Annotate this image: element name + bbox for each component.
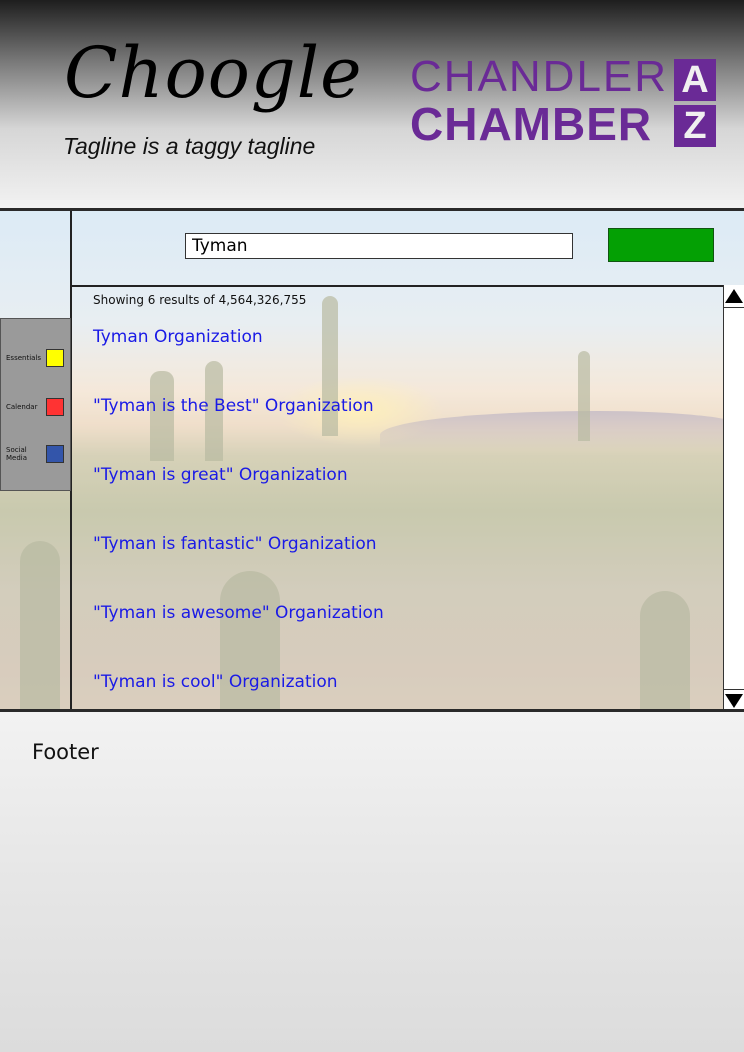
sidebar: Essentials Calendar Social Media	[0, 318, 71, 491]
yellow-square-icon	[46, 349, 64, 367]
footer-text: Footer	[32, 740, 99, 764]
result-link[interactable]: "Tyman is fantastic" Organization	[93, 534, 377, 554]
result-link[interactable]: "Tyman is great" Organization	[93, 465, 348, 485]
results-scrollbar[interactable]	[723, 285, 744, 709]
sidebar-item-calendar[interactable]: Calendar	[6, 398, 66, 420]
result-count: Showing 6 results of 4,564,326,755	[93, 293, 307, 307]
result-link[interactable]: "Tyman is cool" Organization	[93, 672, 338, 692]
brand-box-a: A	[674, 59, 716, 101]
brand-box-z: Z	[674, 105, 716, 147]
chandler-chamber-logo[interactable]: CHANDLER CHAMBER A Z	[410, 55, 720, 155]
footer: Footer	[0, 712, 744, 1052]
sidebar-item-label: Social Media	[6, 446, 28, 462]
result-link[interactable]: Tyman Organization	[93, 327, 263, 347]
triangle-down-icon	[725, 694, 743, 708]
header: Choogle Tagline is a taggy tagline CHAND…	[0, 0, 744, 211]
search-bar	[71, 211, 744, 287]
sidebar-item-essentials[interactable]: Essentials	[6, 349, 66, 371]
tagline: Tagline is a taggy tagline	[63, 133, 316, 159]
scroll-up-button[interactable]	[724, 285, 744, 308]
site-logo[interactable]: Choogle	[64, 38, 363, 108]
red-square-icon	[46, 398, 64, 416]
sidebar-item-label: Calendar	[6, 403, 38, 411]
search-button[interactable]	[608, 228, 714, 262]
blue-square-icon	[46, 445, 64, 463]
result-link[interactable]: "Tyman is awesome" Organization	[93, 603, 384, 623]
triangle-up-icon	[725, 289, 743, 303]
scroll-down-button[interactable]	[724, 689, 744, 709]
brand-line-2: CHAMBER	[410, 98, 653, 150]
brand-line-1: CHANDLER	[410, 52, 669, 101]
result-link[interactable]: "Tyman is the Best" Organization	[93, 396, 374, 416]
search-input[interactable]	[185, 233, 573, 259]
main-content: Essentials Calendar Social Media Showing…	[0, 211, 744, 712]
sidebar-item-label: Essentials	[6, 354, 42, 362]
sidebar-item-social-media[interactable]: Social Media	[6, 445, 66, 467]
